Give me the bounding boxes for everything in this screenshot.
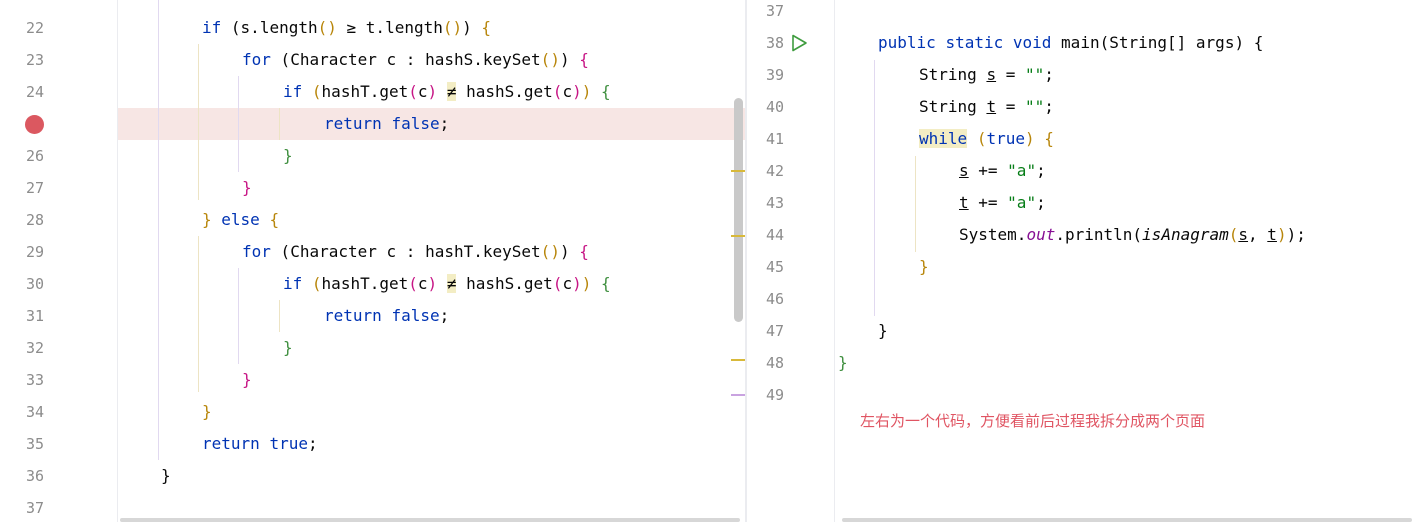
line-number: 24 bbox=[25, 83, 44, 101]
line-number: 36 bbox=[25, 467, 44, 485]
code-text: } bbox=[242, 370, 252, 389]
line-number: 35 bbox=[25, 435, 44, 453]
code-text: if (s.length() ≥ t.length()) { bbox=[202, 18, 492, 37]
code-line[interactable]: 24 if (hashT.get(c) ≠ hashS.get(c)) { bbox=[0, 76, 746, 108]
error-stripe-marker[interactable] bbox=[731, 235, 745, 237]
code-line[interactable]: 37 bbox=[747, 0, 1415, 27]
code-text: if (hashT.get(c) ≠ hashS.get(c)) { bbox=[283, 274, 611, 293]
code-text: for (Character c : hashS.keySet()) { bbox=[242, 50, 589, 69]
code-line[interactable]: 45 } bbox=[747, 251, 1415, 283]
line-number: 30 bbox=[25, 275, 44, 293]
line-number: 26 bbox=[25, 147, 44, 165]
line-number: 41 bbox=[765, 130, 784, 148]
code-line[interactable]: 42 s += "a"; bbox=[747, 155, 1415, 187]
code-line[interactable]: 49 bbox=[747, 379, 1415, 411]
left-editor-pane[interactable]: 22 if (s.length() ≥ t.length()) { 23 for… bbox=[0, 0, 746, 522]
code-text: String t = ""; bbox=[919, 97, 1054, 116]
line-number: 38 bbox=[765, 34, 784, 52]
code-line[interactable]: 34 } bbox=[0, 396, 746, 428]
code-text: for (Character c : hashT.keySet()) { bbox=[242, 242, 589, 261]
line-number: 22 bbox=[25, 19, 44, 37]
line-number: 45 bbox=[765, 258, 784, 276]
scrollbar-thumb[interactable] bbox=[734, 98, 743, 322]
code-line[interactable]: 27 } bbox=[0, 172, 746, 204]
line-number: 44 bbox=[765, 226, 784, 244]
line-number: 32 bbox=[25, 339, 44, 357]
line-number: 49 bbox=[765, 386, 784, 404]
code-line[interactable]: 44 System.out.println(isAnagram(s, t)); bbox=[747, 219, 1415, 251]
code-line[interactable]: 33 } bbox=[0, 364, 746, 396]
line-number: 39 bbox=[765, 66, 784, 84]
horizontal-scrollbar[interactable] bbox=[120, 518, 740, 522]
code-line[interactable]: 30 if (hashT.get(c) ≠ hashS.get(c)) { bbox=[0, 268, 746, 300]
code-line[interactable]: 41 while (true) { bbox=[747, 123, 1415, 155]
line-number: 42 bbox=[765, 162, 784, 180]
code-text: } bbox=[878, 321, 888, 340]
code-text: } bbox=[283, 146, 293, 165]
code-line[interactable]: 47 } bbox=[747, 315, 1415, 347]
code-line[interactable]: 48 } bbox=[747, 347, 1415, 379]
code-text: if (hashT.get(c) ≠ hashS.get(c)) { bbox=[283, 82, 611, 101]
code-text: } bbox=[242, 178, 252, 197]
code-text: } bbox=[283, 338, 293, 357]
annotation-note: 左右为一个代码，方便看前后过程我拆分成两个页面 bbox=[860, 412, 1206, 430]
line-number: 28 bbox=[25, 211, 44, 229]
line-number: 27 bbox=[25, 179, 44, 197]
code-line[interactable]: 31 return false; bbox=[0, 300, 746, 332]
code-text: t += "a"; bbox=[959, 193, 1046, 212]
code-line[interactable]: 39 String s = ""; bbox=[747, 59, 1415, 91]
code-line[interactable]: 46 bbox=[747, 283, 1415, 315]
line-number: 34 bbox=[25, 403, 44, 421]
line-number: 29 bbox=[25, 243, 44, 261]
code-text: } bbox=[161, 466, 171, 485]
code-line[interactable]: 28 } else { bbox=[0, 204, 746, 236]
code-line[interactable]: 22 if (s.length() ≥ t.length()) { bbox=[0, 12, 746, 44]
code-text: public static void main(String[] args) { bbox=[878, 33, 1264, 52]
code-text: while (true) { bbox=[919, 129, 1054, 148]
line-number: 46 bbox=[765, 290, 784, 308]
code-text: System.out.println(isAnagram(s, t)); bbox=[959, 225, 1306, 244]
code-line[interactable]: 23 for (Character c : hashS.keySet()) { bbox=[0, 44, 746, 76]
line-number: 23 bbox=[25, 51, 44, 69]
code-line[interactable]: 32 } bbox=[0, 332, 746, 364]
error-stripe-marker[interactable] bbox=[731, 394, 745, 396]
code-text: s += "a"; bbox=[959, 161, 1046, 180]
line-number: 33 bbox=[25, 371, 44, 389]
code-line[interactable]: 36 } bbox=[0, 460, 746, 492]
line-number: 48 bbox=[765, 354, 784, 372]
error-stripe-marker[interactable] bbox=[731, 359, 745, 361]
code-text: } bbox=[202, 402, 212, 421]
code-text: } bbox=[838, 353, 848, 372]
code-line[interactable]: 26 } bbox=[0, 140, 746, 172]
line-number: 40 bbox=[765, 98, 784, 116]
code-line[interactable]: 38 public static void main(String[] args… bbox=[747, 27, 1415, 59]
code-text: return false; bbox=[324, 114, 450, 133]
line-number: 37 bbox=[765, 2, 784, 20]
line-number: 43 bbox=[765, 194, 784, 212]
error-stripe-marker[interactable] bbox=[731, 170, 745, 172]
code-text: return false; bbox=[324, 306, 450, 325]
code-line[interactable]: 29 for (Character c : hashT.keySet()) { bbox=[0, 236, 746, 268]
code-line[interactable]: 35 return true; bbox=[0, 428, 746, 460]
right-editor-pane[interactable]: 37 38 public static void main(String[] a… bbox=[747, 0, 1415, 522]
line-number: 47 bbox=[765, 322, 784, 340]
code-line[interactable]: 25 return false; bbox=[0, 108, 746, 140]
line-number: 37 bbox=[25, 499, 44, 517]
code-text: } bbox=[919, 257, 929, 276]
code-text: return true; bbox=[202, 434, 318, 453]
code-text: } else { bbox=[202, 210, 280, 229]
code-text: String s = ""; bbox=[919, 65, 1054, 84]
line-number: 31 bbox=[25, 307, 44, 325]
horizontal-scrollbar[interactable] bbox=[842, 518, 1412, 522]
code-line[interactable]: 43 t += "a"; bbox=[747, 187, 1415, 219]
code-line[interactable]: 40 String t = ""; bbox=[747, 91, 1415, 123]
